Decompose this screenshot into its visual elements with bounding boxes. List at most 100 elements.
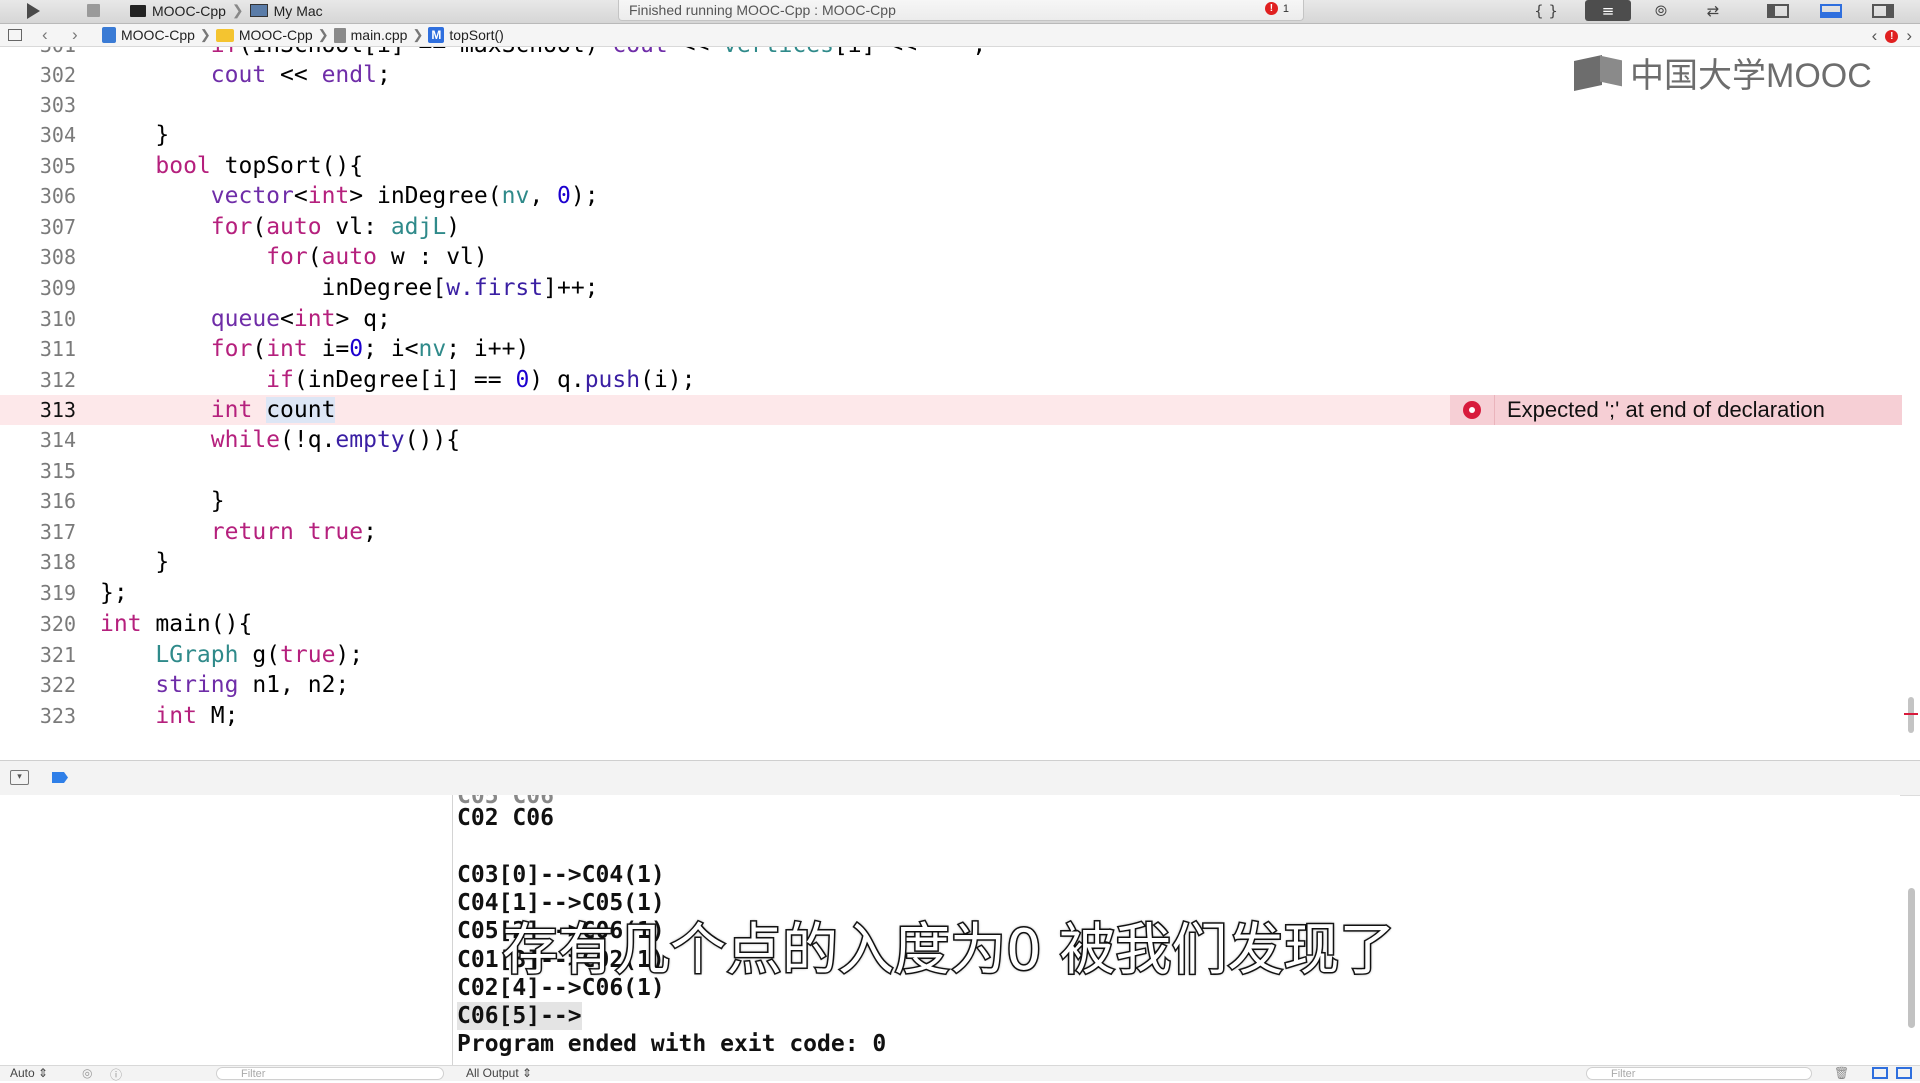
stop-button[interactable] bbox=[78, 0, 108, 21]
breadcrumb-project[interactable]: MOOC-Cpp bbox=[102, 27, 195, 43]
code-text: inDegree[w.first]++; bbox=[100, 275, 599, 301]
code-text: } bbox=[100, 488, 225, 514]
debug-area-toggle[interactable] bbox=[1810, 0, 1852, 21]
code-line-error[interactable]: 313 int count Expected ';' at end of dec… bbox=[0, 395, 1902, 425]
line-number: 303 bbox=[39, 93, 76, 117]
navigator-toggle[interactable] bbox=[1757, 0, 1799, 21]
mooc-watermark: 中国大学MOOC bbox=[1574, 48, 1872, 97]
standard-editor-button[interactable]: ≡ bbox=[1585, 0, 1631, 21]
code-text: for(auto w : vl) bbox=[266, 244, 488, 270]
issue-icon[interactable]: ! bbox=[1885, 29, 1899, 43]
hide-debug-area-button[interactable]: ▾ bbox=[10, 770, 29, 785]
code-line[interactable]: 316 } bbox=[0, 486, 1900, 516]
info-icon[interactable]: ⓘ bbox=[110, 1066, 122, 1083]
status-text: Finished running MOOC-Cpp : MOOC-Cpp bbox=[629, 2, 896, 18]
console-line: C06[5]--> bbox=[457, 1002, 582, 1030]
folder-icon bbox=[215, 28, 234, 42]
watermark-text: 中国大学MOOC bbox=[1630, 57, 1872, 95]
trash-icon[interactable]: 🗑 bbox=[1834, 1066, 1849, 1080]
utilities-toggle[interactable] bbox=[1862, 0, 1904, 21]
video-subtitle: 存有几个点的入度为0 被我们发现了 bbox=[500, 917, 1396, 985]
version-editor-button[interactable]: ⇄ bbox=[1692, 0, 1734, 21]
code-text: while(!q.empty()){ bbox=[210, 427, 461, 453]
variables-filter-input[interactable]: Filter bbox=[216, 1067, 444, 1080]
debug-filter-bar: Auto ⇕ ◎ ⓘ Filter All Output ⇕ Filter 🗑 bbox=[0, 1065, 1920, 1083]
error-indicator[interactable]: ! 1 bbox=[1264, 2, 1289, 15]
line-number: 312 bbox=[39, 368, 76, 392]
code-text: LGraph g(true); bbox=[155, 642, 364, 668]
console-line: C02 C06 bbox=[457, 805, 554, 831]
code-text: } bbox=[100, 549, 170, 575]
auto-variables-selector[interactable]: Auto ⇕ bbox=[10, 1066, 48, 1080]
line-number: 308 bbox=[39, 245, 76, 269]
line-number: 322 bbox=[39, 673, 76, 697]
code-line[interactable]: 317 return true; bbox=[0, 517, 1900, 547]
code-text: cout << endl; bbox=[210, 62, 391, 88]
line-number: 318 bbox=[39, 550, 76, 574]
project-icon bbox=[102, 27, 116, 43]
code-line[interactable]: 305 bool topSort(){ bbox=[0, 151, 1900, 181]
code-line[interactable]: 314 while(!q.empty()){ bbox=[0, 425, 1900, 455]
run-button[interactable] bbox=[18, 0, 48, 21]
forward-button[interactable]: › bbox=[72, 25, 78, 45]
code-line[interactable]: 322 string n1, n2; bbox=[0, 670, 1900, 700]
code-line[interactable]: 308 for(auto w : vl) bbox=[0, 242, 1900, 272]
source-editor[interactable]: 301 if(inSchool[i] == maxSchool) cout <<… bbox=[0, 47, 1920, 759]
scheme-selector[interactable]: MOOC-Cpp ❯ My Mac bbox=[130, 0, 323, 21]
code-line[interactable]: 315 bbox=[0, 456, 1900, 486]
code-text: for(auto vl: adjL) bbox=[210, 214, 461, 240]
line-number: 310 bbox=[39, 307, 76, 331]
library-button[interactable]: { } bbox=[1525, 0, 1567, 21]
left-panel-icon bbox=[1767, 3, 1789, 18]
stop-icon bbox=[86, 4, 100, 17]
code-line[interactable]: 309 inDegree[w.first]++; bbox=[0, 273, 1900, 303]
breadcrumb-label: MOOC-Cpp bbox=[238, 27, 313, 43]
error-icon: ! bbox=[1264, 2, 1278, 15]
toolbar: MOOC-Cpp ❯ My Mac Finished running MOOC-… bbox=[0, 0, 1920, 24]
eye-icon[interactable]: ◎ bbox=[82, 1066, 92, 1080]
variables-view[interactable] bbox=[0, 795, 453, 1065]
breakpoints-toggle-icon[interactable] bbox=[52, 772, 68, 783]
code-text: if(inDegree[i] == 0) q.push(i); bbox=[266, 367, 696, 393]
line-number: 314 bbox=[39, 428, 76, 452]
split-right-icon[interactable] bbox=[1896, 1067, 1912, 1079]
error-icon bbox=[1463, 401, 1481, 419]
code-line[interactable]: 318 } bbox=[0, 547, 1900, 577]
split-left-icon[interactable] bbox=[1872, 1067, 1888, 1079]
console-filter-input[interactable]: Filter bbox=[1586, 1067, 1812, 1080]
code-line[interactable]: 319}; bbox=[0, 578, 1900, 608]
terminal-icon bbox=[130, 4, 146, 17]
output-selector[interactable]: All Output ⇕ bbox=[466, 1066, 532, 1080]
breadcrumb-folder[interactable]: MOOC-Cpp bbox=[215, 27, 313, 43]
file-icon bbox=[333, 27, 346, 43]
error-scroll-marker bbox=[1904, 713, 1918, 715]
assistant-editor-button[interactable]: ⦾ bbox=[1640, 0, 1682, 21]
back-button[interactable]: ‹ bbox=[42, 25, 48, 45]
related-items-icon[interactable] bbox=[8, 29, 22, 41]
code-line[interactable]: 323 int M; bbox=[0, 701, 1900, 731]
code-text: } bbox=[100, 122, 170, 148]
breadcrumb-function[interactable]: MtopSort() bbox=[428, 27, 504, 43]
line-number: 323 bbox=[39, 704, 76, 728]
line-number: 311 bbox=[39, 337, 76, 361]
console-exit-line: Program ended with exit code: 0 bbox=[457, 1031, 887, 1057]
code-line[interactable]: 306 vector<int> inDegree(nv, 0); bbox=[0, 181, 1900, 211]
code-line[interactable]: 307 for(auto vl: adjL) bbox=[0, 212, 1900, 242]
line-number: 316 bbox=[39, 489, 76, 513]
braces-icon: { } bbox=[1534, 1, 1558, 20]
code-line[interactable]: 304 } bbox=[0, 120, 1900, 150]
code-line[interactable]: 310 queue<int> q; bbox=[0, 304, 1900, 334]
code-line[interactable]: 311 for(int i=0; i<nv; i++) bbox=[0, 334, 1900, 364]
prev-issue-button[interactable]: ‹ bbox=[1872, 26, 1878, 46]
error-annotation[interactable]: Expected ';' at end of declaration bbox=[1450, 395, 1902, 425]
activity-status: Finished running MOOC-Cpp : MOOC-Cpp ! 1 bbox=[618, 0, 1304, 21]
line-number: 321 bbox=[39, 643, 76, 667]
editor-scrollbar[interactable] bbox=[1908, 697, 1914, 733]
code-line[interactable]: 312 if(inDegree[i] == 0) q.push(i); bbox=[0, 365, 1900, 395]
breadcrumb-file[interactable]: main.cpp bbox=[333, 27, 407, 43]
arrows-icon: ⇄ bbox=[1706, 1, 1720, 20]
code-line[interactable]: 321 LGraph g(true); bbox=[0, 640, 1900, 670]
code-line[interactable]: 320 int main(){ bbox=[0, 609, 1900, 639]
console-scrollbar[interactable] bbox=[1908, 888, 1915, 1028]
next-issue-button[interactable]: › bbox=[1906, 26, 1912, 46]
